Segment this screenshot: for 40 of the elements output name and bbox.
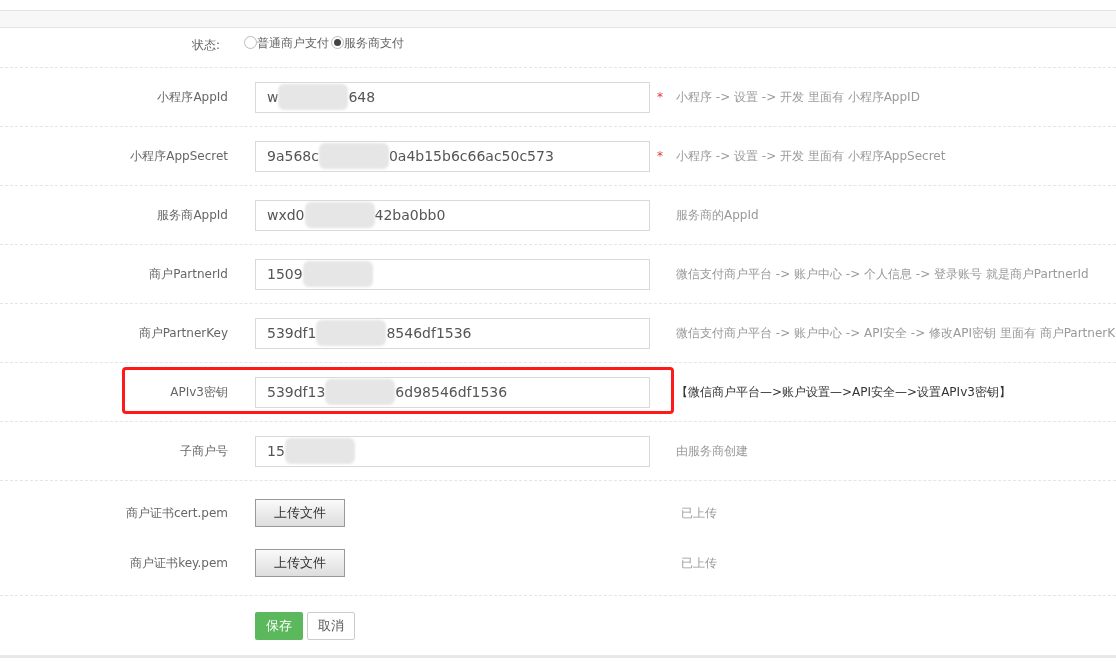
- text-field[interactable]: 1509: [255, 258, 650, 290]
- blur-redaction: [316, 320, 387, 346]
- text-field[interactable]: 539df13 6d98546df1536: [255, 376, 650, 408]
- field-label: APIv3密钥: [170, 385, 228, 399]
- field-label: 小程序AppId: [157, 90, 228, 104]
- upload-button[interactable]: 上传文件: [255, 499, 345, 527]
- blur-redaction: [278, 84, 349, 110]
- blur-redaction: [318, 143, 389, 169]
- help-text: 小程序 -> 设置 -> 开发 里面有 小程序AppID: [676, 89, 920, 106]
- blur-redaction: [304, 202, 375, 228]
- blur-redaction: [302, 261, 373, 287]
- field-label: 服务商AppId: [157, 208, 228, 222]
- blur-redaction: [325, 379, 396, 405]
- help-text: 微信支付商户平台 -> 账户中心 -> API安全 -> 修改API密钥 里面有 商户PartnerK: [676, 325, 1116, 342]
- upload-status: 已上传: [681, 505, 717, 522]
- help-text: 服务商的AppId: [676, 207, 759, 224]
- text-field[interactable]: wxd0 42ba0bb0: [255, 199, 650, 231]
- help-text: 由服务商创建: [676, 443, 748, 460]
- radio-option[interactable]: 普通商户支付: [244, 33, 329, 52]
- field-label: 商户证书key.pem: [130, 556, 228, 570]
- text-field[interactable]: 15: [255, 435, 650, 467]
- field-label: 状态:: [191, 37, 220, 52]
- upload-status: 已上传: [681, 555, 717, 572]
- field-label: 商户证书cert.pem: [125, 506, 228, 520]
- help-text: 微信支付商户平台 -> 账户中心 -> 个人信息 -> 登录账号 就是商户PartnerId: [676, 266, 1089, 283]
- text-field[interactable]: 9a568c 0a4b15b6c66ac50c573: [255, 140, 650, 172]
- radio-option[interactable]: 服务商支付: [331, 33, 404, 52]
- text-field[interactable]: w 648: [255, 81, 650, 113]
- field-label: 子商户号: [180, 444, 228, 458]
- required-mark: *: [657, 149, 663, 163]
- blur-redaction: [284, 438, 355, 464]
- help-text: 小程序 -> 设置 -> 开发 里面有 小程序AppSecret: [676, 148, 946, 165]
- upload-button[interactable]: 上传文件: [255, 549, 345, 577]
- required-mark: *: [657, 90, 663, 104]
- field-label: 小程序AppSecret: [130, 149, 228, 163]
- cancel-button[interactable]: 取消: [307, 611, 355, 640]
- field-label: 商户PartnerKey: [138, 326, 228, 340]
- help-text: 【微信商户平台—>账户设置—>API安全—>设置APIv3密钥】: [676, 384, 1011, 401]
- text-field[interactable]: 539df1 8546df1536: [255, 317, 650, 349]
- field-label: 商户PartnerId: [149, 267, 228, 281]
